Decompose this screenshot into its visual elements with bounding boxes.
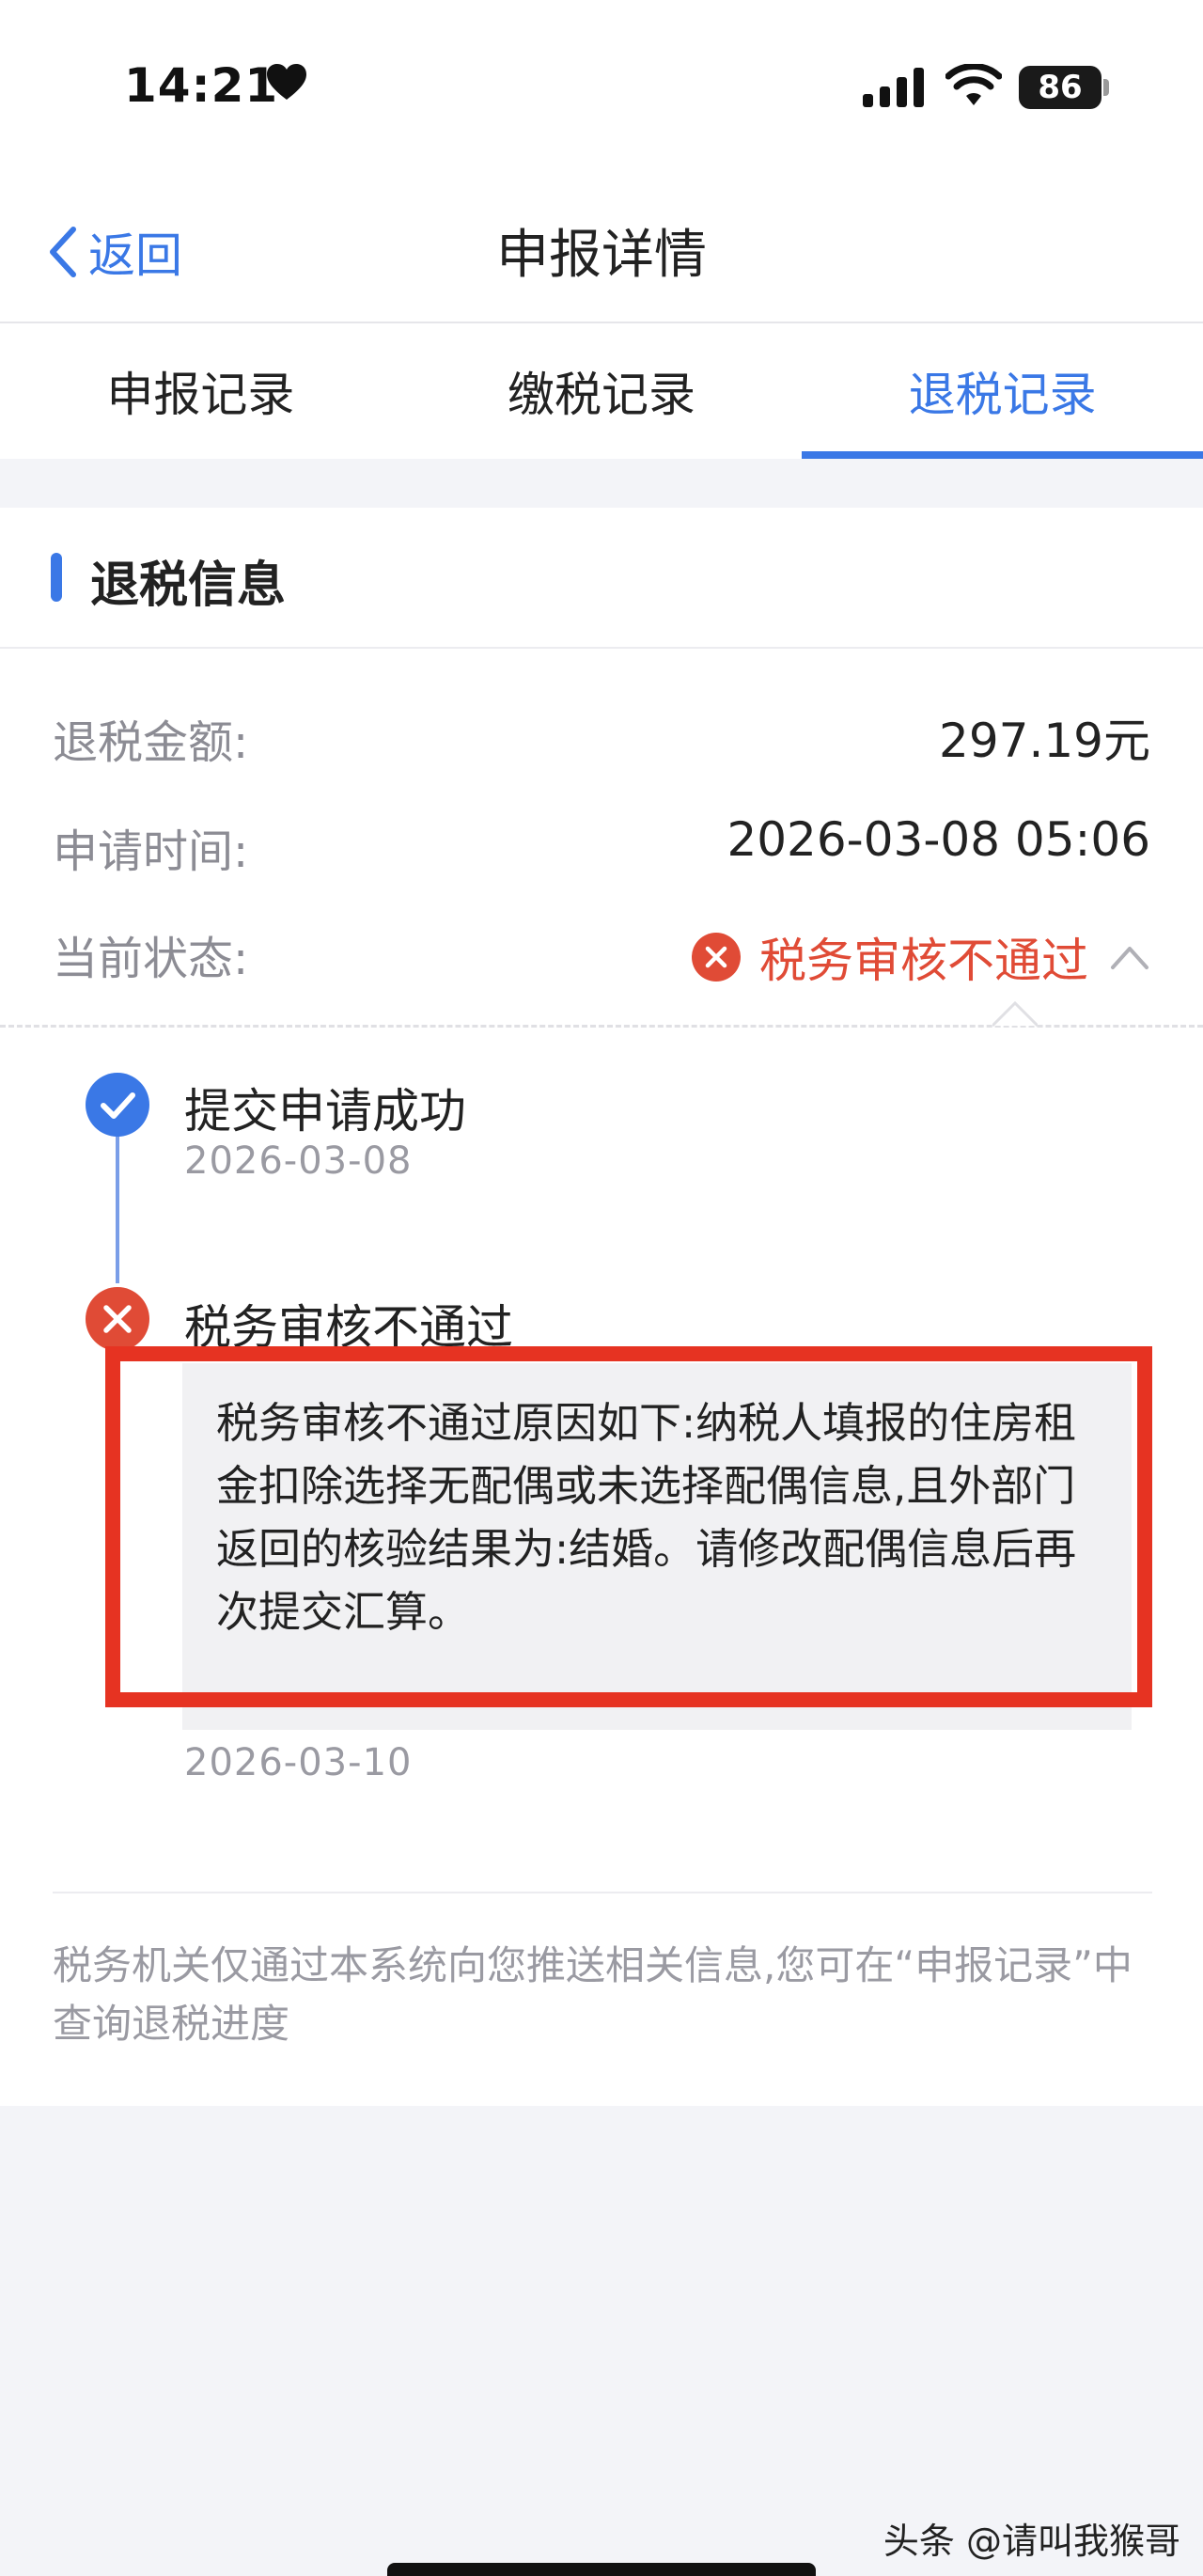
tab-declaration-records[interactable]: 申报记录 [0, 323, 401, 459]
current-status-label: 当前状态: [53, 933, 249, 985]
chevron-up-icon [1111, 947, 1148, 969]
check-circle-icon [86, 1073, 149, 1137]
tab-refund-records[interactable]: 退税记录 [802, 323, 1203, 459]
status-time: 14:21 [124, 58, 279, 113]
current-status-value: 税务审核不通过 [759, 934, 1088, 988]
tab-payment-records[interactable]: 缴税记录 [401, 323, 803, 459]
section-accent-bar [51, 553, 62, 602]
heart-icon [267, 64, 306, 100]
home-indicator[interactable] [387, 2563, 816, 2576]
footer-divider [53, 1892, 1152, 1893]
status-toggle[interactable]: 税务审核不通过 [692, 923, 1150, 991]
refund-amount-value: 297.19元 [939, 714, 1150, 768]
timeline-step-title: 提交申请成功 [184, 1084, 466, 1139]
tab-bar: 申报记录 缴税记录 退税记录 [0, 323, 1203, 459]
timeline-step-date: 2026-03-10 [184, 1741, 413, 1784]
footer-note: 税务机关仅通过本系统向您推送相关信息,您可在“申报记录”中查询退税进度 [53, 1942, 1133, 2047]
popover-notch [992, 1000, 1038, 1028]
apply-time-label: 申请时间: [53, 825, 249, 878]
refund-amount-label: 退税金额: [53, 716, 249, 769]
error-circle-icon [692, 933, 741, 982]
error-circle-icon [86, 1287, 149, 1351]
battery-icon: 86 [1019, 66, 1101, 109]
battery-cap [1103, 79, 1109, 96]
wifi-icon [945, 64, 1002, 105]
page-title: 申报详情 [496, 225, 707, 286]
highlight-frame [105, 1346, 1152, 1707]
timeline-step-date: 2026-03-08 [184, 1139, 413, 1183]
section-divider [0, 647, 1203, 649]
section-title: 退税信息 [90, 558, 287, 614]
apply-time-value: 2026-03-08 05:06 [726, 812, 1150, 867]
signal-icon [863, 68, 924, 107]
watermark: 头条 @请叫我猴哥 [883, 2521, 1180, 2562]
